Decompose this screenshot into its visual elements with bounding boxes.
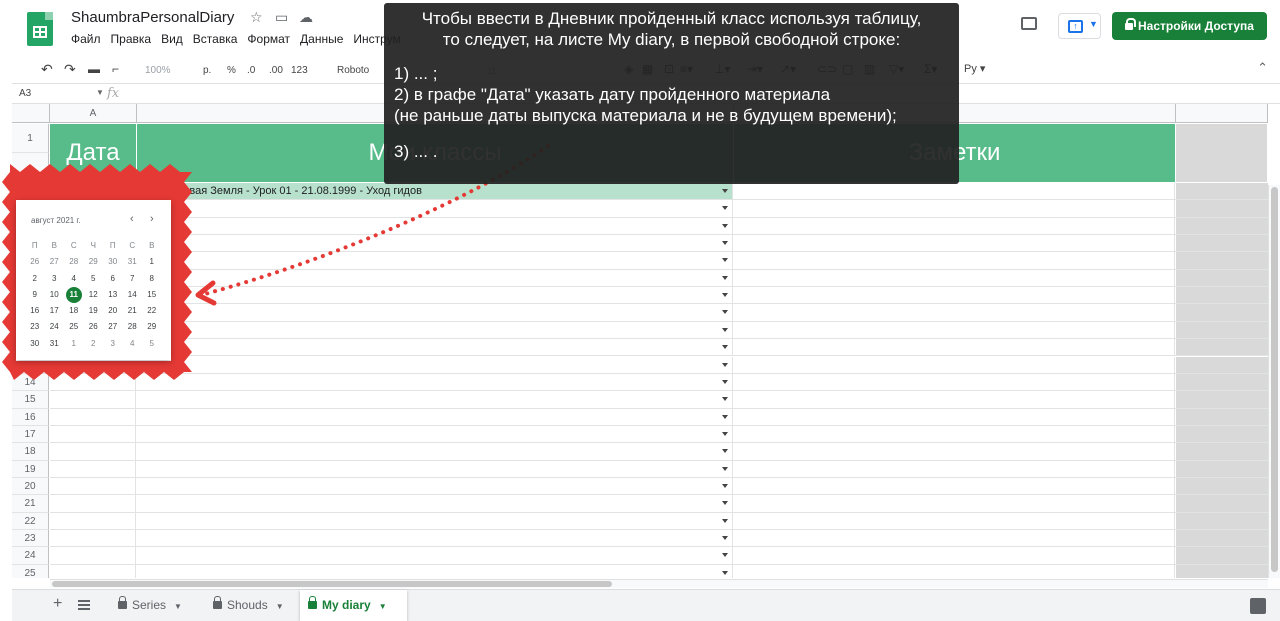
- calendar-day[interactable]: 26: [25, 254, 45, 270]
- calendar-day[interactable]: 25: [64, 319, 84, 335]
- calendar-day-selected[interactable]: 11: [64, 286, 84, 304]
- calendar-day[interactable]: 5: [84, 271, 104, 287]
- weekday-label: Ч: [90, 241, 96, 250]
- calendar-day[interactable]: 2: [25, 271, 45, 287]
- calendar-day[interactable]: 30: [25, 336, 45, 352]
- calendar-day[interactable]: 7: [123, 271, 143, 287]
- calendar-day[interactable]: 22: [142, 303, 162, 319]
- calendar-day[interactable]: 1: [142, 254, 162, 270]
- weekday-label: П: [31, 241, 38, 250]
- calendar-day[interactable]: 20: [103, 303, 123, 319]
- calendar-day[interactable]: 26: [84, 319, 104, 335]
- weekday-label: С: [70, 241, 77, 250]
- calendar-day[interactable]: 1: [64, 336, 84, 352]
- calendar-day[interactable]: 30: [103, 254, 123, 270]
- calendar-day[interactable]: 18: [64, 303, 84, 319]
- weekday-label: П: [109, 241, 116, 250]
- calendar-day[interactable]: 17: [45, 303, 65, 319]
- callout-line-1: Чтобы ввести в Дневник пройденный класс …: [421, 9, 922, 28]
- next-month-button[interactable]: ›: [150, 213, 154, 225]
- callout-step-2b: (не раньше даты выпуска материала и не в…: [394, 106, 897, 125]
- calendar-day[interactable]: 24: [45, 319, 65, 335]
- calendar-day[interactable]: 28: [64, 254, 84, 270]
- calendar-day[interactable]: 14: [123, 287, 143, 303]
- instruction-callout: Чтобы ввести в Дневник пройденный класс …: [384, 3, 959, 184]
- calendar-day[interactable]: 29: [142, 319, 162, 335]
- calendar-day[interactable]: 21: [123, 303, 143, 319]
- calendar-day[interactable]: 16: [25, 303, 45, 319]
- calendar-day[interactable]: 15: [142, 287, 162, 303]
- callout-line-2: то следует, на листе My diary, в первой …: [442, 30, 901, 49]
- weekday-label: В: [149, 241, 155, 250]
- date-picker-popup[interactable]: август 2021 г. ‹ › П В С Ч П С В 26 27 28 29 30 31 1 2…: [16, 200, 171, 360]
- calendar-day[interactable]: 10: [45, 287, 65, 303]
- calendar-day[interactable]: 13: [103, 287, 123, 303]
- prev-month-button[interactable]: ‹: [130, 213, 134, 225]
- calendar-day[interactable]: 19: [84, 303, 104, 319]
- calendar-day[interactable]: 3: [45, 271, 65, 287]
- calendar-day[interactable]: 8: [142, 271, 162, 287]
- calendar-day[interactable]: 29: [84, 254, 104, 270]
- calendar-day[interactable]: 27: [45, 254, 65, 270]
- calendar-day[interactable]: 31: [123, 254, 143, 270]
- callout-step-2: 2) в графе "Дата" указать дату пройденно…: [394, 85, 831, 104]
- calendar-day[interactable]: 12: [84, 287, 104, 303]
- spreadsheet-app: ShaumbraPersonalDiary ☆ ▭ ☁ Файл Правка …: [0, 0, 1280, 621]
- callout-step-1: 1) ... ;: [394, 64, 438, 83]
- calendar-day[interactable]: 6: [103, 271, 123, 287]
- calendar-day[interactable]: 9: [25, 287, 45, 303]
- calendar-day[interactable]: 23: [25, 319, 45, 335]
- callout-step-3: 3) ... .: [394, 142, 438, 161]
- calendar-day[interactable]: 4: [64, 271, 84, 287]
- calendar-day[interactable]: 3: [103, 336, 123, 352]
- calendar-day[interactable]: 31: [45, 336, 65, 352]
- calendar-day[interactable]: 2: [84, 336, 104, 352]
- calendar-day[interactable]: 27: [103, 319, 123, 335]
- calendar-day[interactable]: 4: [123, 336, 143, 352]
- calendar-day[interactable]: 5: [142, 336, 162, 352]
- weekday-label: В: [51, 241, 57, 250]
- calendar-day-grid: П В С Ч П С В 26 27 28 29 30 31 1 2 3 4 5 6 7 8 9 10 11 12 13 14 15…: [25, 238, 162, 352]
- calendar-month-label: август 2021 г.: [31, 216, 81, 225]
- calendar-day[interactable]: 28: [123, 319, 143, 335]
- weekday-label: С: [129, 241, 136, 250]
